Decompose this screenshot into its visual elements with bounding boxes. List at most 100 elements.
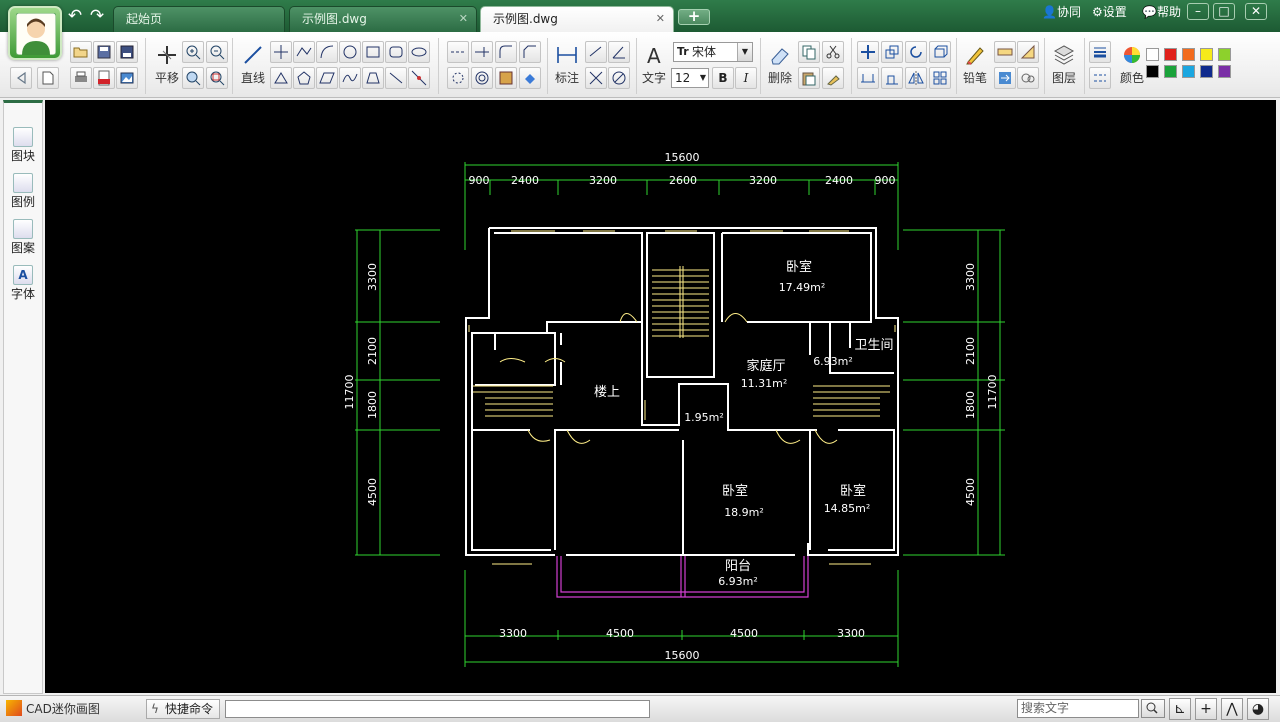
undo-icon[interactable]: ↶ — [66, 7, 84, 25]
command-input[interactable] — [225, 700, 650, 718]
open-file-icon[interactable] — [70, 41, 92, 63]
italic-button[interactable]: I — [735, 67, 757, 89]
triangle-icon[interactable] — [270, 67, 292, 89]
color-swatch[interactable] — [1218, 48, 1231, 61]
circle-icon[interactable] — [339, 41, 361, 63]
font-family-select[interactable]: Tr 宋体 ▼ — [673, 42, 753, 62]
drawing-canvas[interactable]: 15600 900 2400 3200 2600 3200 2400 900 3… — [45, 100, 1276, 693]
layer-button[interactable]: 图层 — [1047, 40, 1081, 98]
quick-command-button[interactable]: ϟ 快捷命令 — [146, 699, 220, 719]
spline-icon[interactable] — [339, 67, 361, 89]
bold-button[interactable]: B — [712, 67, 734, 89]
minimize-button[interactable]: – — [1187, 3, 1209, 20]
new-file-icon[interactable] — [37, 67, 59, 89]
rectangle-icon[interactable] — [362, 41, 384, 63]
panel-item-legend[interactable]: 图例 — [4, 173, 42, 210]
ortho-toggle-icon[interactable]: ⊾ — [1169, 698, 1191, 720]
scale-icon[interactable] — [881, 41, 903, 63]
color-swatch[interactable] — [1182, 65, 1195, 78]
pentagon-icon[interactable] — [293, 67, 315, 89]
3d-view-icon[interactable] — [929, 41, 951, 63]
fillet-icon[interactable] — [495, 41, 517, 63]
back-icon[interactable] — [10, 67, 32, 89]
color-swatch[interactable] — [1200, 65, 1213, 78]
tab-start[interactable]: 起始页 — [113, 6, 285, 32]
measure-area-icon[interactable] — [1017, 41, 1039, 63]
align-icon[interactable] — [881, 67, 903, 89]
export-pdf-icon[interactable] — [93, 67, 115, 89]
user-avatar[interactable] — [8, 6, 62, 60]
delete-button[interactable]: 删除 — [763, 40, 797, 98]
hatch-tool-icon[interactable] — [495, 67, 517, 89]
xline-icon[interactable] — [408, 67, 430, 89]
stretch-icon[interactable] — [857, 67, 879, 89]
parallelogram-icon[interactable] — [316, 67, 338, 89]
zoom-out-icon[interactable] — [206, 41, 228, 63]
color-swatch[interactable] — [1218, 65, 1231, 78]
panel-item-font[interactable]: A 字体 — [4, 265, 42, 302]
offset-icon[interactable] — [471, 67, 493, 89]
zoom-extents-icon[interactable] — [206, 67, 228, 89]
radius-dim-icon[interactable] — [585, 67, 607, 89]
trim-icon[interactable] — [447, 41, 469, 63]
export-image-icon[interactable] — [116, 67, 138, 89]
extend-icon[interactable] — [471, 41, 493, 63]
color-swatch[interactable] — [1146, 48, 1159, 61]
color-swatch[interactable] — [1146, 65, 1159, 78]
search-input[interactable]: 搜索文字 — [1017, 699, 1139, 718]
tab-drawing-2[interactable]: 示例图.dwg ✕ — [480, 6, 674, 32]
tab-drawing-1[interactable]: 示例图.dwg ✕ — [289, 6, 477, 32]
panel-item-hatch[interactable]: 图案 — [4, 219, 42, 256]
zoom-in-icon[interactable] — [182, 41, 204, 63]
diameter-dim-icon[interactable] — [608, 67, 630, 89]
array-icon[interactable] — [929, 67, 951, 89]
fill-icon[interactable] — [519, 67, 541, 89]
close-button[interactable]: ✕ — [1245, 3, 1267, 20]
zoom-window-icon[interactable] — [182, 67, 204, 89]
ellipse-icon[interactable] — [408, 41, 430, 63]
paste-icon[interactable] — [798, 67, 820, 89]
angle-dim-icon[interactable] — [608, 41, 630, 63]
crosshair-toggle-icon[interactable]: + — [1195, 698, 1217, 720]
redo-icon[interactable]: ↷ — [88, 7, 106, 25]
settings-menu[interactable]: ⚙设置 — [1092, 4, 1127, 20]
pencil-button[interactable]: 铅笔 — [958, 40, 992, 98]
close-tab-icon[interactable]: ✕ — [459, 7, 468, 31]
aligned-dim-icon[interactable] — [585, 41, 607, 63]
snap-toggle-icon[interactable]: ⋀ — [1221, 698, 1243, 720]
mirror-icon[interactable] — [905, 67, 927, 89]
line-type-icon[interactable] — [1089, 67, 1111, 89]
color-swatch[interactable] — [1200, 48, 1213, 61]
panel-item-blocks[interactable]: 图块 — [4, 127, 42, 164]
help-menu[interactable]: 💬帮助 — [1142, 4, 1181, 20]
color-scheme-icon[interactable]: ◕ — [1247, 698, 1269, 720]
cut-icon[interactable] — [822, 41, 844, 63]
arc-icon[interactable] — [316, 41, 338, 63]
save-icon[interactable] — [93, 41, 115, 63]
dimension-button[interactable]: 标注 — [550, 40, 584, 98]
explode-icon[interactable] — [447, 67, 469, 89]
print-icon[interactable] — [70, 67, 92, 89]
color-button[interactable]: 颜色 — [1115, 40, 1149, 98]
font-size-select[interactable]: 12 ▼ — [671, 68, 709, 88]
insert-image-icon[interactable] — [994, 67, 1016, 89]
collab-menu[interactable]: 👤协同 — [1042, 4, 1081, 20]
polyline-icon[interactable] — [293, 41, 315, 63]
measure-distance-icon[interactable] — [994, 41, 1016, 63]
line-weight-icon[interactable] — [1089, 41, 1111, 63]
new-tab-button[interactable]: + — [678, 9, 710, 25]
chamfer-icon[interactable] — [519, 41, 541, 63]
move-icon[interactable] — [857, 41, 879, 63]
trapezoid-icon[interactable] — [362, 67, 384, 89]
color-swatch[interactable] — [1164, 65, 1177, 78]
maximize-button[interactable]: □ — [1213, 3, 1235, 20]
close-tab-icon[interactable]: ✕ — [656, 7, 665, 31]
match-props-icon[interactable] — [822, 67, 844, 89]
save-as-icon[interactable] — [116, 41, 138, 63]
cloud-icon[interactable] — [1017, 67, 1039, 89]
copy-icon[interactable] — [798, 41, 820, 63]
move-point-icon[interactable] — [270, 41, 292, 63]
pan-button[interactable]: 平移 — [150, 40, 184, 98]
ray-icon[interactable] — [385, 67, 407, 89]
color-swatch[interactable] — [1182, 48, 1195, 61]
